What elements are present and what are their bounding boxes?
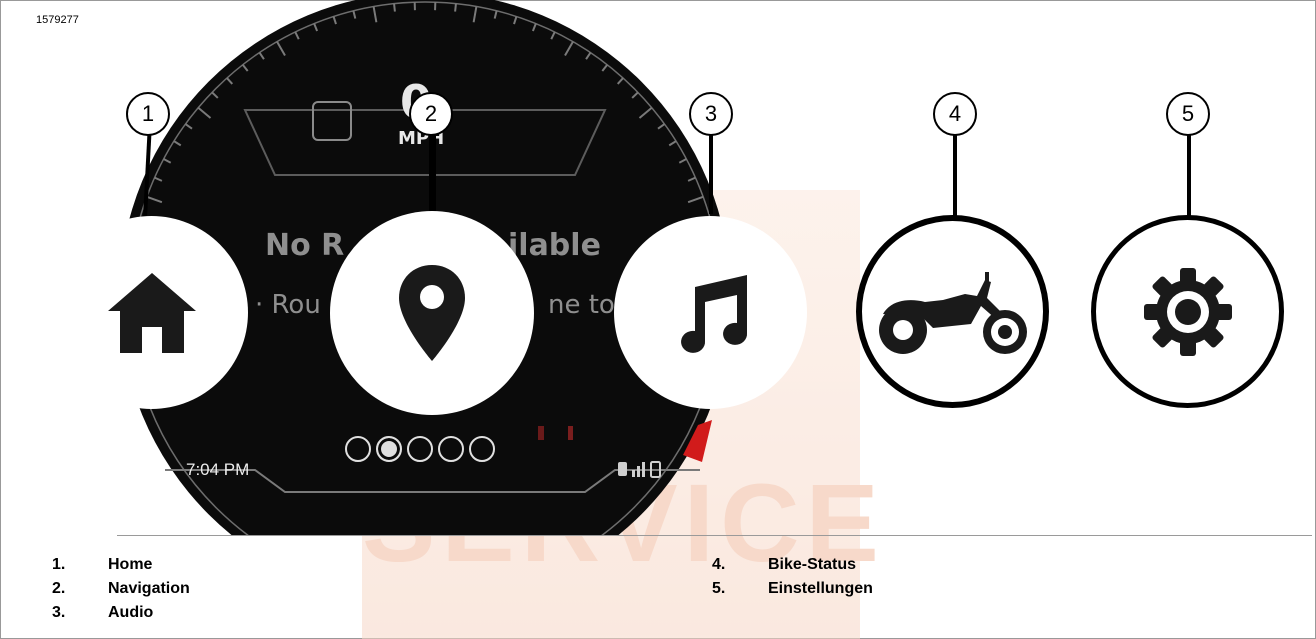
callout-2: 2 — [409, 92, 453, 136]
legend-label: Navigation — [108, 580, 190, 597]
route-sub-right: ne to — [548, 290, 615, 320]
legend-number: 3. — [52, 604, 66, 621]
legend-number: 4. — [712, 556, 726, 573]
leader-line-5 — [1187, 134, 1191, 216]
motorcycle-icon — [878, 271, 1027, 354]
gear-icon — [1143, 267, 1232, 356]
home-icon — [107, 272, 196, 353]
leader-line-4 — [953, 134, 957, 216]
route-title-right: ilable — [508, 228, 601, 263]
page-dot[interactable] — [438, 436, 464, 462]
route-title-left: No R — [265, 228, 345, 263]
page-dot[interactable] — [345, 436, 371, 462]
settings-button[interactable] — [1091, 215, 1284, 408]
legend-label: Einstellungen — [768, 580, 873, 597]
signal-icon — [632, 470, 635, 477]
red-segment — [568, 426, 573, 440]
dial-tick — [393, 3, 396, 12]
leader-line-2 — [429, 134, 436, 214]
page-dot[interactable] — [407, 436, 433, 462]
legend-item: 1. Home — [52, 556, 190, 580]
legend-label: Bike-Status — [768, 556, 857, 573]
signal-icon — [637, 466, 640, 477]
navigation-button[interactable] — [330, 211, 534, 415]
legend-item: 3. Audio — [52, 604, 190, 628]
callout-3: 3 — [689, 92, 733, 136]
page-indicator[interactable] — [345, 436, 495, 462]
home-button[interactable] — [55, 216, 248, 409]
legend-item: 4. Bike-Status — [712, 556, 873, 580]
legend-number: 2. — [52, 580, 66, 597]
page-dot-active[interactable] — [376, 436, 402, 462]
bluetooth-icon — [618, 462, 627, 476]
callout-5: 5 — [1166, 92, 1210, 136]
legend-item: 2. Navigation — [52, 580, 190, 604]
signal-icon — [642, 462, 645, 477]
bike-status-button[interactable] — [856, 215, 1049, 408]
legend-number: 1. — [52, 556, 66, 573]
legend-left: 1. Home 2. Navigation 3. Audio — [52, 556, 190, 628]
legend-label: Home — [108, 556, 153, 573]
location-pin-icon — [399, 265, 465, 361]
legend-right: 4. Bike-Status 5. Einstellungen — [712, 556, 873, 604]
audio-button[interactable] — [614, 216, 807, 409]
music-note-icon — [680, 274, 747, 353]
legend-number: 5. — [712, 580, 726, 597]
callout-1: 1 — [126, 92, 170, 136]
page-dot[interactable] — [469, 436, 495, 462]
red-segment — [538, 426, 544, 440]
route-sub-left: · Rou — [255, 290, 321, 320]
clock: 7:04 PM — [186, 460, 250, 479]
callout-4: 4 — [933, 92, 977, 136]
dial-tick — [454, 3, 457, 12]
leader-line-3 — [709, 134, 713, 214]
legend-label: Audio — [108, 604, 154, 621]
divider — [117, 535, 1312, 536]
legend-item: 5. Einstellungen — [712, 580, 873, 604]
